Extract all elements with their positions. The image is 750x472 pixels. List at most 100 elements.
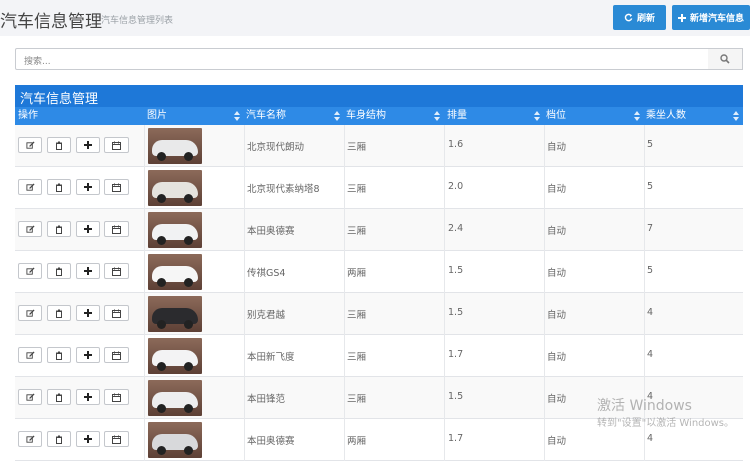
schedule-button[interactable] [104, 305, 129, 321]
add-button[interactable] [76, 305, 100, 321]
column-divider [144, 251, 145, 293]
sort-icon[interactable] [534, 111, 540, 121]
column-divider [644, 335, 645, 377]
car-body-type: 三厢 [347, 142, 367, 153]
column-divider [344, 293, 345, 335]
col-header-seats[interactable]: 乘坐人数 [646, 107, 686, 125]
plus-icon [84, 351, 92, 359]
delete-button[interactable] [47, 389, 71, 405]
col-header-name[interactable]: 汽车名称 [246, 107, 286, 125]
col-header-body[interactable]: 车身结构 [346, 107, 386, 125]
plus-icon [84, 141, 92, 149]
car-body-type: 两厢 [347, 268, 367, 279]
column-divider [644, 209, 645, 251]
column-divider [144, 209, 145, 251]
car-thumbnail [148, 254, 202, 290]
plus-icon [84, 225, 92, 233]
sort-icon[interactable] [634, 111, 640, 121]
add-button[interactable] [76, 221, 100, 237]
table-row: 本田奥德赛 三厢 2.4 自动 7 [15, 209, 743, 251]
column-divider [344, 419, 345, 461]
trash-icon [56, 225, 62, 234]
delete-button[interactable] [47, 263, 71, 279]
edit-icon [25, 224, 35, 233]
car-displacement: 2.4 [448, 223, 464, 234]
calendar-icon [112, 225, 121, 234]
edit-button[interactable] [18, 305, 42, 321]
column-divider [444, 419, 445, 461]
schedule-button[interactable] [104, 389, 129, 405]
search-button[interactable] [708, 48, 743, 70]
edit-button[interactable] [18, 221, 42, 237]
add-button[interactable] [76, 263, 100, 279]
car-gear: 自动 [547, 184, 567, 195]
schedule-button[interactable] [104, 179, 129, 195]
plus-icon [84, 309, 92, 317]
table-row: 本田新飞度 三厢 1.7 自动 4 [15, 335, 743, 377]
add-button[interactable] [76, 389, 100, 405]
plus-icon [84, 435, 92, 443]
schedule-button[interactable] [104, 221, 129, 237]
schedule-button[interactable] [104, 263, 129, 279]
sort-icon[interactable] [234, 111, 240, 121]
column-divider [544, 377, 545, 419]
col-header-gear[interactable]: 档位 [546, 107, 566, 125]
delete-button[interactable] [47, 431, 71, 447]
delete-button[interactable] [47, 305, 71, 321]
edit-button[interactable] [18, 263, 42, 279]
car-gear: 自动 [547, 436, 567, 447]
page-subtitle: 汽车信息管理列表 [101, 16, 174, 26]
add-car-button[interactable]: 新增汽车信息 [672, 5, 750, 30]
sort-icon[interactable] [434, 111, 440, 121]
add-button[interactable] [76, 137, 100, 153]
delete-button[interactable] [47, 179, 71, 195]
column-divider [144, 335, 145, 377]
delete-button[interactable] [47, 347, 71, 363]
edit-icon [25, 140, 35, 149]
search-placeholder: 搜索... [24, 57, 51, 67]
car-body-type: 三厢 [347, 184, 367, 195]
column-divider [644, 251, 645, 293]
column-divider [444, 167, 445, 209]
sort-icon[interactable] [733, 111, 739, 121]
car-name: 本田奥德赛 [247, 436, 295, 447]
table-title: 汽车信息管理 [20, 92, 99, 107]
table-title-bar: 汽车信息管理 [15, 85, 743, 107]
column-divider [444, 251, 445, 293]
column-divider [544, 293, 545, 335]
add-button[interactable] [76, 179, 100, 195]
schedule-button[interactable] [104, 431, 129, 447]
delete-button[interactable] [47, 137, 71, 153]
column-header-row: 操作 图片 汽车名称 车身结构 排量 档位 乘坐人数 [15, 107, 743, 125]
edit-button[interactable] [18, 431, 42, 447]
activation-watermark: 激活 Windows [597, 398, 692, 414]
car-name: 北京现代素纳塔8 [247, 184, 320, 195]
car-gear: 自动 [547, 226, 567, 237]
col-header-displacement[interactable]: 排量 [447, 107, 467, 125]
column-divider [344, 167, 345, 209]
delete-button[interactable] [47, 221, 71, 237]
search-input[interactable]: 搜索... [15, 48, 709, 70]
edit-button[interactable] [18, 389, 42, 405]
schedule-button[interactable] [104, 347, 129, 363]
schedule-button[interactable] [104, 137, 129, 153]
trash-icon [56, 435, 62, 444]
add-button[interactable] [76, 347, 100, 363]
add-button[interactable] [76, 431, 100, 447]
column-divider [144, 167, 145, 209]
trash-icon [56, 267, 62, 276]
edit-button[interactable] [18, 179, 42, 195]
plus-icon [84, 183, 92, 191]
edit-button[interactable] [18, 137, 42, 153]
car-name: 传祺GS4 [247, 268, 286, 279]
car-seats: 5 [647, 265, 654, 276]
col-header-image[interactable]: 图片 [147, 107, 167, 125]
top-bar: 汽车信息管理 汽车信息管理列表 刷新 新增汽车信息 [0, 0, 750, 36]
sort-icon[interactable] [334, 111, 340, 121]
edit-button[interactable] [18, 347, 42, 363]
column-divider [544, 209, 545, 251]
refresh-button[interactable]: 刷新 [613, 5, 666, 30]
column-divider [244, 251, 245, 293]
column-divider [344, 251, 345, 293]
column-divider [244, 377, 245, 419]
